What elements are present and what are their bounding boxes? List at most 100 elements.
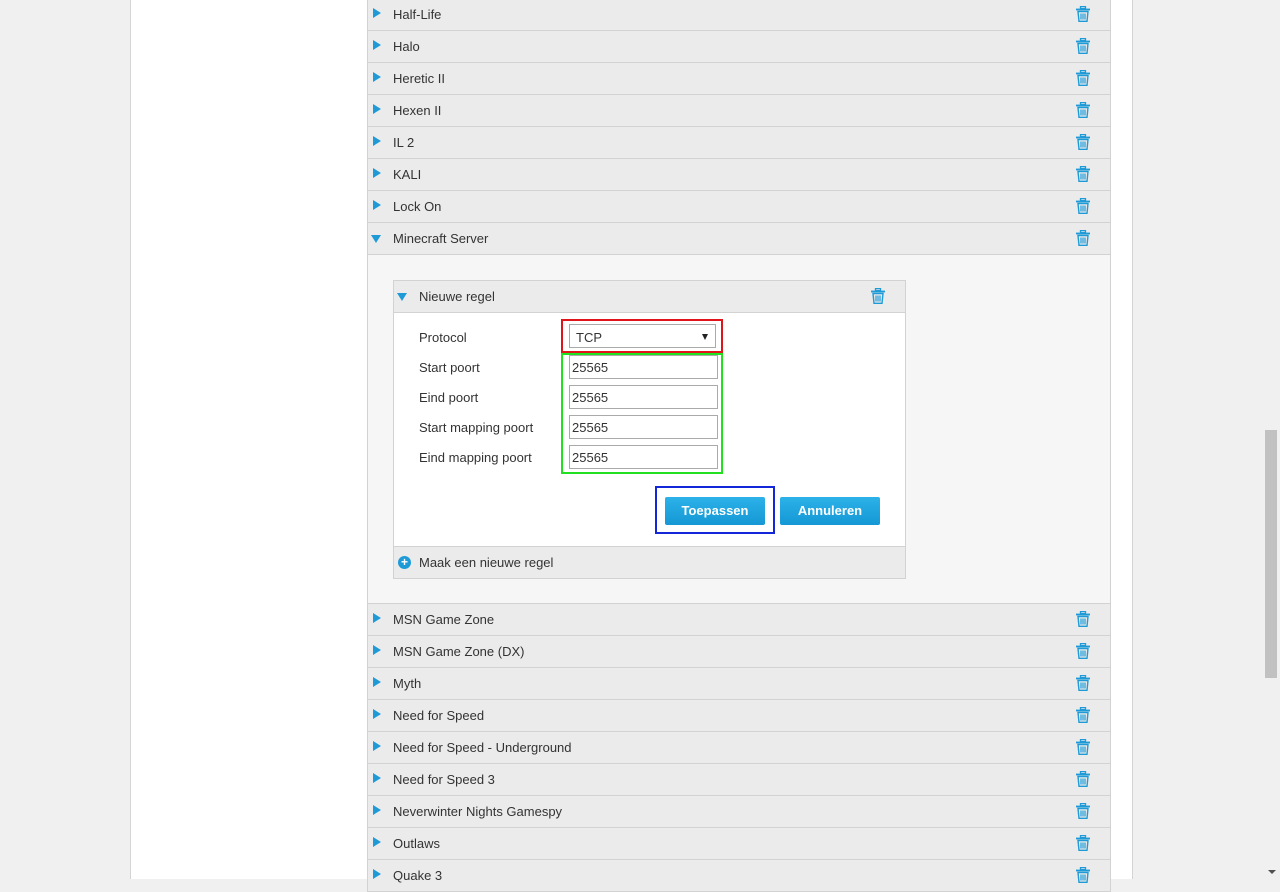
game-name: Outlaws bbox=[393, 836, 440, 851]
start-mapping-port-label: Start mapping poort bbox=[419, 420, 534, 435]
apply-button[interactable]: Toepassen bbox=[665, 497, 765, 525]
expand-arrow-icon[interactable] bbox=[373, 8, 381, 18]
game-row-il-2[interactable]: IL 2 bbox=[367, 127, 1111, 159]
game-name: Heretic II bbox=[393, 71, 446, 86]
game-name: MSN Game Zone bbox=[393, 612, 495, 627]
trash-icon bbox=[1076, 230, 1090, 246]
game-row-msn-game-zone-dx[interactable]: MSN Game Zone (DX) bbox=[367, 636, 1111, 668]
game-row-kali[interactable]: KALI bbox=[367, 159, 1111, 191]
delete-game-button[interactable] bbox=[1076, 70, 1090, 86]
expand-arrow-icon[interactable] bbox=[373, 709, 381, 719]
expand-arrow-icon[interactable] bbox=[373, 773, 381, 783]
delete-game-button[interactable] bbox=[1076, 38, 1090, 54]
expand-arrow-icon[interactable] bbox=[373, 104, 381, 114]
trash-icon bbox=[1076, 166, 1090, 182]
game-name: Half-Life bbox=[393, 7, 442, 22]
game-row-msn-game-zone[interactable]: MSN Game Zone bbox=[367, 604, 1111, 636]
trash-icon bbox=[1076, 198, 1090, 214]
game-row-need-for-speed-underground[interactable]: Need for Speed - Underground bbox=[367, 732, 1111, 764]
trash-icon bbox=[1076, 134, 1090, 150]
scroll-down-arrow-icon[interactable] bbox=[1268, 870, 1276, 874]
rule-panel: Nieuwe regel Protocol TCP Start poort Ei… bbox=[393, 280, 906, 579]
game-row-lock-on[interactable]: Lock On bbox=[367, 191, 1111, 223]
expand-arrow-icon[interactable] bbox=[373, 136, 381, 146]
delete-game-button[interactable] bbox=[1076, 739, 1090, 755]
game-name: Hexen II bbox=[393, 103, 442, 118]
game-name: Quake 3 bbox=[393, 868, 443, 883]
start-port-label: Start poort bbox=[419, 360, 480, 375]
game-name: Need for Speed - Underground bbox=[393, 740, 572, 755]
vertical-scrollbar[interactable] bbox=[1263, 0, 1280, 879]
expand-arrow-icon[interactable] bbox=[373, 645, 381, 655]
collapse-arrow-icon[interactable] bbox=[371, 235, 381, 243]
expand-arrow-icon[interactable] bbox=[373, 805, 381, 815]
game-row-hexen-ii[interactable]: Hexen II bbox=[367, 95, 1111, 127]
trash-icon bbox=[1076, 611, 1090, 627]
expand-arrow-icon[interactable] bbox=[373, 40, 381, 50]
delete-game-button[interactable] bbox=[1076, 643, 1090, 659]
expand-arrow-icon[interactable] bbox=[373, 869, 381, 879]
add-rule-label[interactable]: Maak een nieuwe regel bbox=[419, 555, 553, 570]
protocol-highlight-box bbox=[561, 319, 723, 353]
game-row-quake-3[interactable]: Quake 3 bbox=[367, 860, 1111, 892]
trash-icon bbox=[1076, 70, 1090, 86]
trash-icon bbox=[871, 288, 885, 304]
game-row-halo[interactable]: Halo bbox=[367, 31, 1111, 63]
cancel-button[interactable]: Annuleren bbox=[780, 497, 880, 525]
game-row-need-for-speed-3[interactable]: Need for Speed 3 bbox=[367, 764, 1111, 796]
delete-game-button[interactable] bbox=[1076, 102, 1090, 118]
delete-game-button[interactable] bbox=[1076, 611, 1090, 627]
trash-icon bbox=[1076, 835, 1090, 851]
expand-arrow-icon[interactable] bbox=[373, 72, 381, 82]
rule-title: Nieuwe regel bbox=[419, 289, 495, 304]
delete-game-button[interactable] bbox=[1076, 134, 1090, 150]
rule-header[interactable]: Nieuwe regel bbox=[394, 281, 905, 313]
delete-game-button[interactable] bbox=[1076, 166, 1090, 182]
expand-arrow-icon[interactable] bbox=[373, 741, 381, 751]
trash-icon bbox=[1076, 771, 1090, 787]
game-list: Half-Life Halo Heretic II Hexen II IL 2 KALI L… bbox=[367, 0, 1111, 892]
expand-arrow-icon[interactable] bbox=[373, 837, 381, 847]
scrollbar-thumb[interactable] bbox=[1265, 430, 1277, 678]
trash-icon bbox=[1076, 643, 1090, 659]
plus-circle-icon[interactable]: + bbox=[398, 556, 411, 569]
game-name: Halo bbox=[393, 39, 420, 54]
game-row-minecraft-server[interactable]: Minecraft Server bbox=[367, 223, 1111, 255]
expand-arrow-icon[interactable] bbox=[373, 168, 381, 178]
collapse-arrow-icon[interactable] bbox=[397, 293, 407, 301]
game-name: IL 2 bbox=[393, 135, 415, 150]
game-row-neverwinter-nights-gamespy[interactable]: Neverwinter Nights Gamespy bbox=[367, 796, 1111, 828]
delete-game-button[interactable] bbox=[1076, 803, 1090, 819]
delete-game-button[interactable] bbox=[1076, 6, 1090, 22]
game-name: Minecraft Server bbox=[393, 231, 489, 246]
game-name: Neverwinter Nights Gamespy bbox=[393, 804, 563, 819]
game-row-heretic-ii[interactable]: Heretic II bbox=[367, 63, 1111, 95]
expand-arrow-icon[interactable] bbox=[373, 677, 381, 687]
trash-icon bbox=[1076, 102, 1090, 118]
game-name: MSN Game Zone (DX) bbox=[393, 644, 525, 659]
delete-game-button[interactable] bbox=[1076, 867, 1090, 883]
game-name: Myth bbox=[393, 676, 422, 691]
game-row-myth[interactable]: Myth bbox=[367, 668, 1111, 700]
end-mapping-port-label: Eind mapping poort bbox=[419, 450, 532, 465]
game-row-half-life[interactable]: Half-Life bbox=[367, 0, 1111, 31]
trash-icon bbox=[1076, 38, 1090, 54]
protocol-label: Protocol bbox=[419, 330, 467, 345]
delete-game-button[interactable] bbox=[1076, 230, 1090, 246]
expand-arrow-icon[interactable] bbox=[373, 613, 381, 623]
delete-game-button[interactable] bbox=[1076, 707, 1090, 723]
add-rule-row[interactable]: + Maak een nieuwe regel bbox=[394, 546, 905, 578]
delete-game-button[interactable] bbox=[1076, 198, 1090, 214]
game-row-need-for-speed[interactable]: Need for Speed bbox=[367, 700, 1111, 732]
expand-arrow-icon[interactable] bbox=[373, 200, 381, 210]
game-row-outlaws[interactable]: Outlaws bbox=[367, 828, 1111, 860]
delete-game-button[interactable] bbox=[1076, 771, 1090, 787]
game-name: Need for Speed bbox=[393, 708, 485, 723]
delete-game-button[interactable] bbox=[1076, 675, 1090, 691]
delete-game-button[interactable] bbox=[1076, 835, 1090, 851]
delete-rule-button[interactable] bbox=[871, 288, 885, 304]
trash-icon bbox=[1076, 803, 1090, 819]
end-port-label: Eind poort bbox=[419, 390, 479, 405]
trash-icon bbox=[1076, 675, 1090, 691]
trash-icon bbox=[1076, 707, 1090, 723]
